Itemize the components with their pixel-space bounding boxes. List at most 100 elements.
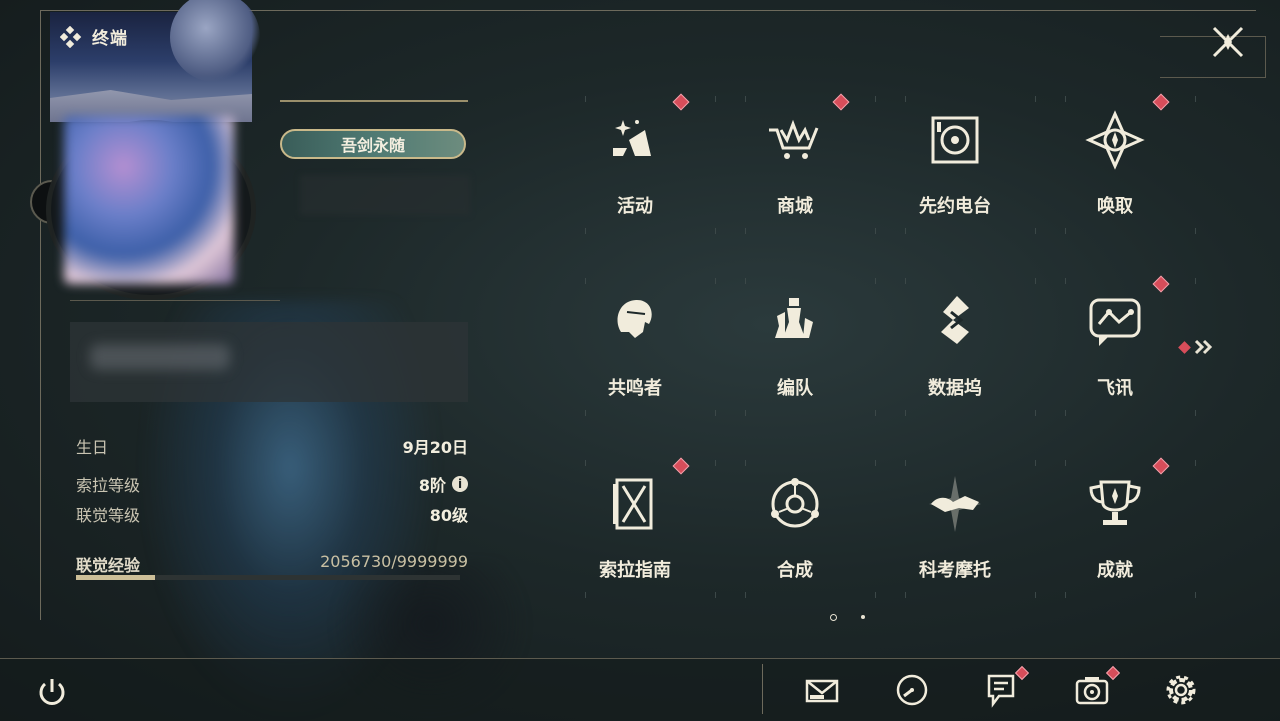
menu-item-1[interactable]: 活动 xyxy=(555,78,715,258)
grid-tick xyxy=(1195,460,1196,466)
pager-dot-1[interactable] xyxy=(830,614,837,621)
grid-tick xyxy=(745,278,746,284)
menu-item-label: 合成 xyxy=(777,560,813,581)
menu-item-3[interactable]: 先约电台 xyxy=(875,78,1035,258)
grid-tick xyxy=(1065,278,1066,284)
grid-tick xyxy=(715,96,716,102)
badge-dot xyxy=(672,457,690,475)
power-button[interactable] xyxy=(34,674,70,710)
mail-icon xyxy=(805,679,839,703)
menu-item-label: 数据坞 xyxy=(928,378,982,399)
menu-item-10[interactable]: 合成 xyxy=(715,442,875,622)
convene-icon xyxy=(1085,110,1145,170)
grid-tick xyxy=(875,410,876,416)
message-chat-icon xyxy=(1085,292,1145,352)
avatar[interactable] xyxy=(64,116,234,284)
menu-item-label: 飞讯 xyxy=(1097,378,1133,399)
player-name-redacted xyxy=(300,175,470,215)
grid-tick xyxy=(715,410,716,416)
menu-item-label: 共鸣者 xyxy=(608,378,662,399)
resonator-icon xyxy=(605,292,665,352)
diamond-logo-icon xyxy=(60,25,82,48)
power-icon xyxy=(39,679,65,705)
grid-tick xyxy=(1195,278,1196,284)
stat-value: 8阶 xyxy=(418,476,446,495)
mail-button[interactable] xyxy=(804,672,840,708)
camera-icon xyxy=(1075,677,1109,705)
name-underline xyxy=(280,100,468,102)
settings-gear-button[interactable] xyxy=(1163,672,1199,708)
settings-gear-icon xyxy=(1166,675,1196,705)
menu-item-label: 唤取 xyxy=(1097,196,1133,217)
radio-icon xyxy=(925,110,985,170)
menu-item-8[interactable]: 飞讯 xyxy=(1035,260,1195,440)
notice-button[interactable] xyxy=(983,665,1030,708)
grid-tick xyxy=(875,460,876,466)
close-x-icon xyxy=(1212,26,1244,58)
shop-cart-icon xyxy=(765,110,825,170)
grid-tick xyxy=(1065,592,1066,598)
menu-item-label: 活动 xyxy=(617,196,653,217)
stat-birthday: 生日 9月20日 xyxy=(76,434,468,458)
event-icon xyxy=(605,110,665,170)
menu-item-label: 编队 xyxy=(777,378,813,399)
menu-item-5[interactable]: 共鸣者 xyxy=(555,260,715,440)
info-icon[interactable]: i xyxy=(452,476,468,492)
grid-tick xyxy=(1195,96,1196,102)
menu-item-label: 索拉指南 xyxy=(599,560,671,581)
page-title: 终端 xyxy=(92,29,128,49)
menu-item-label: 科考摩托 xyxy=(919,560,991,581)
grid-tick xyxy=(905,592,906,598)
menu-item-11[interactable]: 科考摩托 xyxy=(875,442,1035,622)
exp-progress-fill xyxy=(76,575,155,580)
grid-tick xyxy=(1035,278,1036,284)
signature-redacted[interactable] xyxy=(70,322,468,402)
next-page-button[interactable] xyxy=(1178,338,1215,356)
title-badge-label: 吾剑永随 xyxy=(340,136,405,155)
grid-tick xyxy=(1065,410,1066,416)
grid-tick xyxy=(1035,592,1036,598)
menu-item-4[interactable]: 唤取 xyxy=(1035,78,1195,258)
menu-item-label: 商城 xyxy=(777,196,813,217)
grid-tick xyxy=(875,228,876,234)
menu-item-9[interactable]: 索拉指南 xyxy=(555,442,715,622)
trophy-icon xyxy=(1085,474,1145,534)
menu-item-12[interactable]: 成就 xyxy=(1035,442,1195,622)
grid-tick xyxy=(1065,460,1066,466)
exp-progress-bar xyxy=(76,575,460,580)
camera-button[interactable] xyxy=(1074,665,1121,708)
menu-item-7[interactable]: 数据坞 xyxy=(875,260,1035,440)
grid-tick xyxy=(585,592,586,598)
data-dock-icon xyxy=(925,292,985,352)
team-chess-icon xyxy=(765,292,825,352)
clock-button[interactable] xyxy=(894,672,930,708)
grid-tick xyxy=(715,460,716,466)
grid-tick xyxy=(1195,410,1196,416)
clock-icon xyxy=(896,674,928,706)
menu-grid: 活动 商城 先约电台 唤取共鸣者 编队 数据坞 飞讯索拉指南 合成 科考摩托 成就 xyxy=(555,78,1215,608)
grid-tick xyxy=(1065,228,1066,234)
grid-tick xyxy=(905,96,906,102)
title-badge[interactable]: 吾剑永随 xyxy=(280,129,466,159)
double-chevron-right-icon xyxy=(1194,339,1213,355)
left-frame-line xyxy=(40,10,41,620)
stat-value-wrap: 8阶 i xyxy=(419,472,468,496)
menu-item-label: 成就 xyxy=(1097,560,1133,581)
motorcycle-icon xyxy=(925,474,985,534)
stat-value: 9月20日 xyxy=(402,438,468,457)
grid-tick xyxy=(875,592,876,598)
grid-tick xyxy=(745,410,746,416)
grid-tick xyxy=(585,96,586,102)
grid-tick xyxy=(585,460,586,466)
divider xyxy=(70,300,280,301)
menu-item-2[interactable]: 商城 xyxy=(715,78,875,258)
stat-value: 80级 xyxy=(429,506,468,525)
stat-value: 2056730/9999999 xyxy=(320,552,468,571)
close-button[interactable] xyxy=(1208,22,1248,62)
pager-dot-2[interactable] xyxy=(861,615,865,619)
stat-label: 联觉经验 xyxy=(76,556,141,575)
menu-item-6[interactable]: 编队 xyxy=(715,260,875,440)
stat-sol-rank: 索拉等级 8阶 i xyxy=(76,472,468,496)
grid-tick xyxy=(1035,410,1036,416)
badge-dot xyxy=(1152,275,1170,293)
